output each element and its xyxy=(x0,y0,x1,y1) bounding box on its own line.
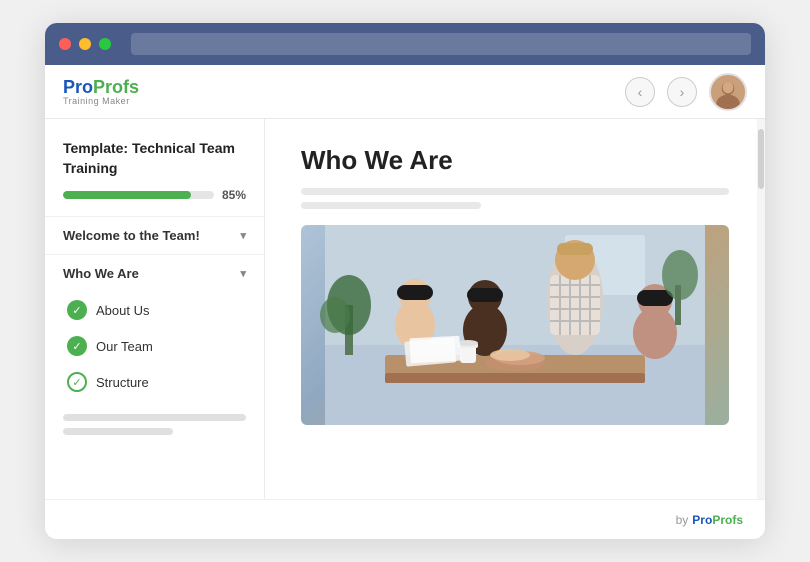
logo-subtitle-label: Training Maker xyxy=(63,97,139,106)
page-title: Who We Are xyxy=(301,145,729,176)
minimize-icon[interactable] xyxy=(79,38,91,50)
browser-window: Pro Profs Training Maker ‹ › Template: T… xyxy=(45,23,765,539)
address-bar[interactable] xyxy=(131,33,751,55)
sidebar-placeholder-line-1 xyxy=(63,414,246,421)
sidebar-placeholder-line-2 xyxy=(63,428,173,435)
aboutus-label: About Us xyxy=(96,303,149,318)
progress-label: 85% xyxy=(222,188,246,202)
scrollbar-track[interactable] xyxy=(757,119,765,499)
template-title: Template: Technical Team Training xyxy=(45,139,264,188)
close-icon[interactable] xyxy=(59,38,71,50)
footer-by-label: by xyxy=(676,513,689,527)
scrollbar-thumb[interactable] xyxy=(758,129,764,189)
sidebar: Template: Technical Team Training 85% We… xyxy=(45,119,265,499)
sidebar-item-ourteam[interactable]: ✓ Our Team xyxy=(45,328,264,364)
avatar[interactable] xyxy=(709,73,747,111)
logo-profs-label: Profs xyxy=(93,78,139,96)
chevron-down-icon-2: ▾ xyxy=(240,267,246,280)
progress-container: 85% xyxy=(45,188,264,216)
sidebar-item-aboutus[interactable]: ✓ About Us xyxy=(45,292,264,328)
team-photo xyxy=(301,225,729,425)
team-illustration xyxy=(301,225,729,425)
proprofs-logo: Pro Profs Training Maker xyxy=(63,78,139,106)
check-partial-icon: ✓ xyxy=(67,372,87,392)
content-area: Template: Technical Team Training 85% We… xyxy=(45,119,765,499)
sidebar-item-structure[interactable]: ✓ Structure xyxy=(45,364,264,400)
check-full-icon: ✓ xyxy=(67,300,87,320)
sidebar-footer xyxy=(45,400,264,456)
content-placeholder-line-1 xyxy=(301,188,729,195)
content-placeholder-line-2 xyxy=(301,202,481,209)
check-full-icon-2: ✓ xyxy=(67,336,87,356)
progress-bar-fill xyxy=(63,191,191,199)
footer-profs-label: Profs xyxy=(712,513,743,527)
sidebar-section-welcome-header[interactable]: Welcome to the Team! ▾ xyxy=(45,217,264,254)
structure-label: Structure xyxy=(96,375,149,390)
ourteam-label: Our Team xyxy=(96,339,153,354)
welcome-section-label: Welcome to the Team! xyxy=(63,228,200,243)
sidebar-section-whoweare-header[interactable]: Who We Are ▾ xyxy=(45,255,264,292)
sidebar-section-whoweare: Who We Are ▾ ✓ About Us ✓ Our Team ✓ Str… xyxy=(45,254,264,400)
chevron-down-icon: ▾ xyxy=(240,229,246,242)
next-button[interactable]: › xyxy=(667,77,697,107)
app-toolbar: Pro Profs Training Maker ‹ › xyxy=(45,65,765,119)
prev-button[interactable]: ‹ xyxy=(625,77,655,107)
browser-titlebar xyxy=(45,23,765,65)
main-content: Who We Are xyxy=(265,119,765,499)
progress-bar-bg xyxy=(63,191,214,199)
logo-pro-label: Pro xyxy=(63,78,93,96)
sidebar-section-welcome: Welcome to the Team! ▾ xyxy=(45,216,264,254)
whoweare-section-label: Who We Are xyxy=(63,266,139,281)
footer-pro-label: Pro xyxy=(692,513,712,527)
maximize-icon[interactable] xyxy=(99,38,111,50)
browser-footer: by ProProfs xyxy=(45,499,765,539)
footer-logo: ProProfs xyxy=(692,513,743,527)
